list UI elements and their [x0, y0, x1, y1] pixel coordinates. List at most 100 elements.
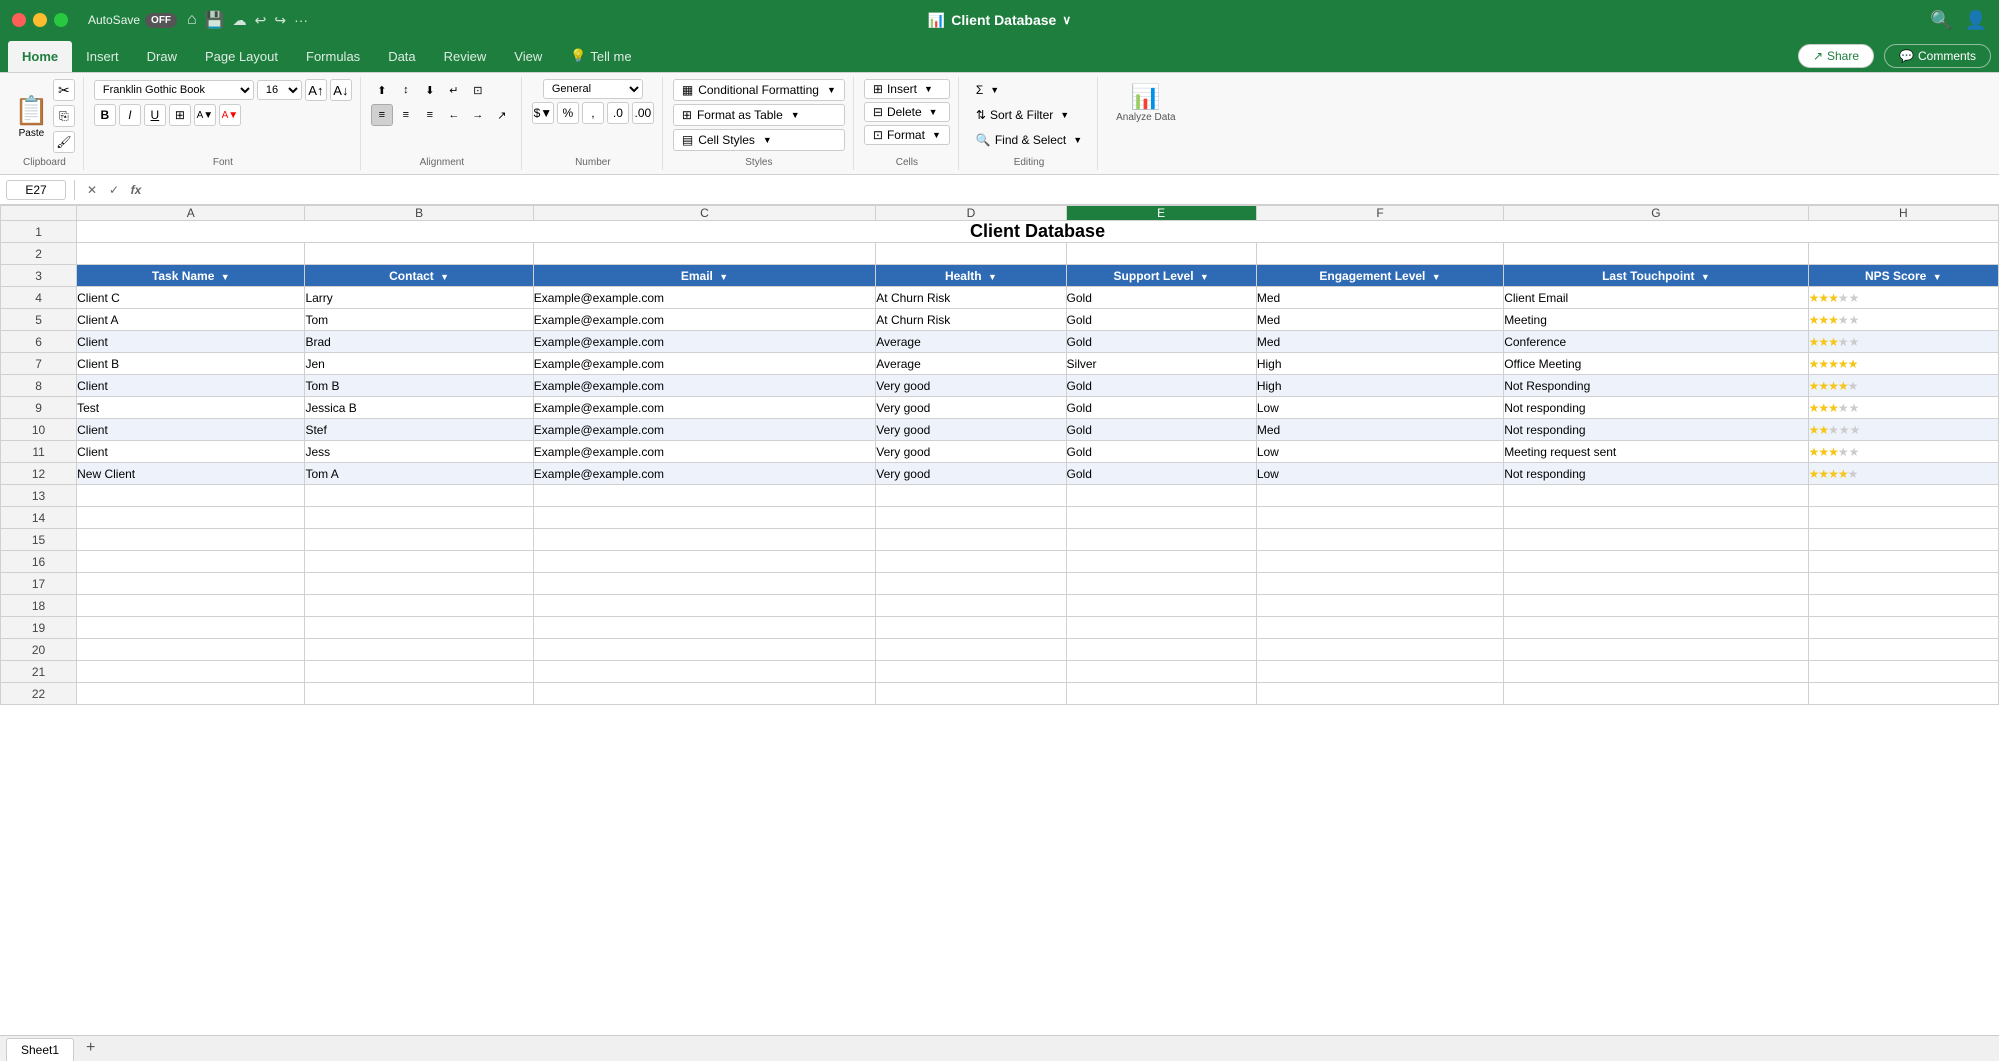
- cell-E11[interactable]: Gold: [1066, 441, 1256, 463]
- cell-A5[interactable]: Client A: [77, 309, 305, 331]
- cell-B10[interactable]: Stef: [305, 419, 533, 441]
- home-icon[interactable]: ⌂: [187, 11, 197, 29]
- cell-styles-button[interactable]: ▤ Cell Styles ▼: [673, 129, 845, 151]
- align-center-button[interactable]: ≡: [395, 104, 417, 126]
- profile-icon[interactable]: 👤: [1965, 10, 1987, 31]
- cell-H4[interactable]: ★★★★★: [1808, 287, 1998, 309]
- cell-G11[interactable]: Meeting request sent: [1504, 441, 1808, 463]
- tab-home[interactable]: Home: [8, 41, 72, 72]
- cell-G2[interactable]: [1504, 243, 1808, 265]
- cell-H2[interactable]: [1808, 243, 1998, 265]
- cell-C4[interactable]: Example@example.com: [533, 287, 876, 309]
- analyze-data-button[interactable]: 📊 Analyze Data: [1108, 79, 1183, 127]
- col-header-G[interactable]: G: [1504, 206, 1808, 221]
- cell-C11[interactable]: Example@example.com: [533, 441, 876, 463]
- cell-D12[interactable]: Very good: [876, 463, 1066, 485]
- cell-F10[interactable]: Med: [1256, 419, 1503, 441]
- confirm-icon[interactable]: ✓: [105, 181, 123, 199]
- align-right-button[interactable]: ≡: [419, 104, 441, 126]
- cell-D4[interactable]: At Churn Risk: [876, 287, 1066, 309]
- cell-F2[interactable]: [1256, 243, 1503, 265]
- col-header-D[interactable]: D: [876, 206, 1066, 221]
- sort-filter-button[interactable]: ⇅ Sort & Filter ▼: [969, 104, 1076, 126]
- currency-button[interactable]: $▼: [532, 102, 554, 124]
- comma-button[interactable]: ,: [582, 102, 604, 124]
- row-header-20[interactable]: 20: [1, 639, 77, 661]
- row-header-5[interactable]: 5: [1, 309, 77, 331]
- cell-G8[interactable]: Not Responding: [1504, 375, 1808, 397]
- cell-E2[interactable]: [1066, 243, 1256, 265]
- format-as-table-button[interactable]: ⊞ Format as Table ▼: [673, 104, 845, 126]
- cell-D11[interactable]: Very good: [876, 441, 1066, 463]
- header-cell-engagement[interactable]: Engagement Level ▼: [1256, 265, 1503, 287]
- row-header-21[interactable]: 21: [1, 661, 77, 683]
- sheet-tab-1[interactable]: Sheet1: [6, 1038, 74, 1061]
- autosave-toggle[interactable]: OFF: [145, 13, 177, 28]
- row-header-16[interactable]: 16: [1, 551, 77, 573]
- cell-E8[interactable]: Gold: [1066, 375, 1256, 397]
- cell-E9[interactable]: Gold: [1066, 397, 1256, 419]
- tab-tell-me[interactable]: 💡Tell me: [556, 40, 645, 72]
- task-name-dropdown[interactable]: ▼: [221, 272, 230, 282]
- col-header-C[interactable]: C: [533, 206, 876, 221]
- row-header-17[interactable]: 17: [1, 573, 77, 595]
- row-header-13[interactable]: 13: [1, 485, 77, 507]
- cell-A12[interactable]: New Client: [77, 463, 305, 485]
- row-header-8[interactable]: 8: [1, 375, 77, 397]
- cell-A9[interactable]: Test: [77, 397, 305, 419]
- col-header-F[interactable]: F: [1256, 206, 1503, 221]
- cell-D9[interactable]: Very good: [876, 397, 1066, 419]
- engagement-dropdown[interactable]: ▼: [1432, 272, 1441, 282]
- row-header-6[interactable]: 6: [1, 331, 77, 353]
- sheet-wrapper[interactable]: A B C D E F G H 1 Client Database: [0, 205, 1999, 1035]
- row-header-19[interactable]: 19: [1, 617, 77, 639]
- text-direction-button[interactable]: ↗: [491, 104, 513, 126]
- cell-D6[interactable]: Average: [876, 331, 1066, 353]
- wrap-text-button[interactable]: ↵: [443, 79, 465, 101]
- cell-C7[interactable]: Example@example.com: [533, 353, 876, 375]
- align-middle-button[interactable]: ↕: [395, 79, 417, 101]
- cancel-icon[interactable]: ✕: [83, 181, 101, 199]
- cell-C6[interactable]: Example@example.com: [533, 331, 876, 353]
- header-cell-nps[interactable]: NPS Score ▼: [1808, 265, 1998, 287]
- cell-A6[interactable]: Client: [77, 331, 305, 353]
- maximize-button[interactable]: [54, 13, 68, 27]
- cell-E12[interactable]: Gold: [1066, 463, 1256, 485]
- row-header-11[interactable]: 11: [1, 441, 77, 463]
- cell-F5[interactable]: Med: [1256, 309, 1503, 331]
- col-header-E[interactable]: E: [1066, 206, 1256, 221]
- underline-button[interactable]: U: [144, 104, 166, 126]
- email-dropdown[interactable]: ▼: [719, 272, 728, 282]
- cell-B7[interactable]: Jen: [305, 353, 533, 375]
- formula-input[interactable]: [149, 181, 1993, 199]
- save-icon[interactable]: 💾: [205, 10, 225, 30]
- cell-H11[interactable]: ★★★★★: [1808, 441, 1998, 463]
- cell-E4[interactable]: Gold: [1066, 287, 1256, 309]
- tab-data[interactable]: Data: [374, 41, 429, 72]
- row-header-10[interactable]: 10: [1, 419, 77, 441]
- cell-C2[interactable]: [533, 243, 876, 265]
- increase-decimal-button[interactable]: .00: [632, 102, 654, 124]
- tab-draw[interactable]: Draw: [133, 41, 191, 72]
- cell-A2[interactable]: [77, 243, 305, 265]
- increase-indent-button[interactable]: →: [467, 104, 489, 126]
- undo-icon[interactable]: ↩: [255, 12, 267, 29]
- cell-C9[interactable]: Example@example.com: [533, 397, 876, 419]
- cell-B4[interactable]: Larry: [305, 287, 533, 309]
- more-icon[interactable]: ···: [294, 12, 308, 28]
- cell-G5[interactable]: Meeting: [1504, 309, 1808, 331]
- tab-page-layout[interactable]: Page Layout: [191, 41, 292, 72]
- row-header-22[interactable]: 22: [1, 683, 77, 705]
- cell-F12[interactable]: Low: [1256, 463, 1503, 485]
- font-color-button[interactable]: A▼: [219, 104, 241, 126]
- insert-cells-button[interactable]: ⊞ Insert ▼: [864, 79, 950, 99]
- number-format-select[interactable]: General: [543, 79, 643, 99]
- fx-icon[interactable]: fx: [127, 181, 145, 199]
- cell-D2[interactable]: [876, 243, 1066, 265]
- cell-H9[interactable]: ★★★★★: [1808, 397, 1998, 419]
- cell-F9[interactable]: Low: [1256, 397, 1503, 419]
- align-left-button[interactable]: ≡: [371, 104, 393, 126]
- row-header-9[interactable]: 9: [1, 397, 77, 419]
- decrease-font-button[interactable]: A↓: [330, 79, 352, 101]
- tab-review[interactable]: Review: [430, 41, 501, 72]
